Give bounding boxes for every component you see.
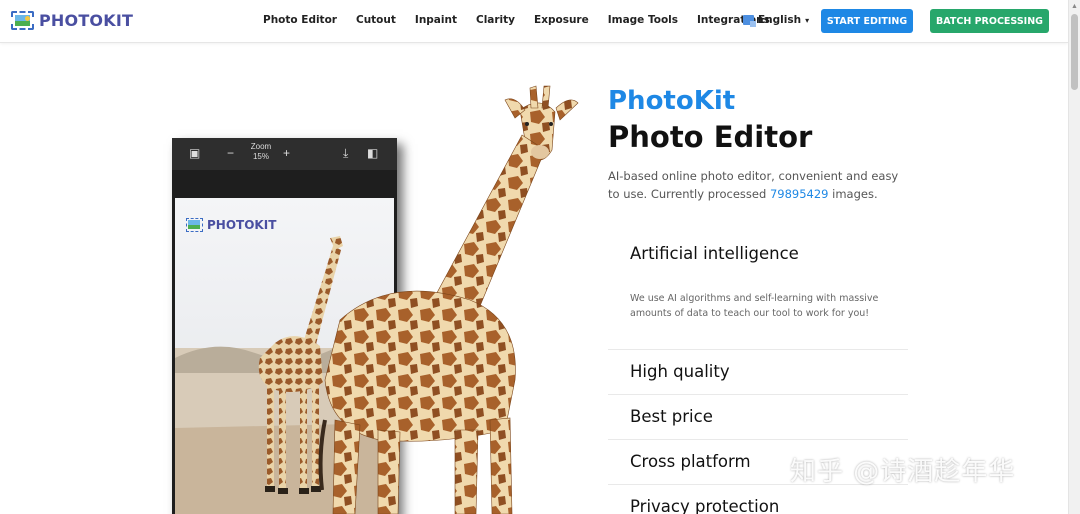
scroll-thumb[interactable] — [1071, 14, 1078, 90]
feature-title: High quality — [630, 362, 730, 381]
feature-title: Cross platform — [630, 452, 751, 471]
start-editing-button[interactable]: START EDITING — [821, 9, 913, 33]
page-scrollbar[interactable]: ▲ — [1068, 0, 1080, 514]
cutout-giraffe-image — [318, 85, 579, 514]
feature-item-privacy[interactable]: Privacy protection — [608, 485, 908, 514]
feature-item-quality[interactable]: High quality — [608, 350, 908, 395]
hero-description: AI-based online photo editor, convenient… — [608, 168, 908, 203]
feature-item-ai[interactable]: Artificial intelligence We use AI algori… — [608, 236, 908, 350]
caret-down-icon: ▾ — [805, 15, 810, 25]
feature-description: We use AI algorithms and self-learning w… — [630, 293, 879, 319]
feature-title: Best price — [630, 407, 713, 426]
feature-title: Privacy protection — [630, 497, 780, 514]
scroll-up-arrow-icon[interactable]: ▲ — [1071, 3, 1078, 10]
source-watermark: 知乎 @诗酒趁年华 — [790, 457, 1016, 487]
batch-processing-button[interactable]: BATCH PROCESSING — [930, 9, 1049, 33]
hero-title-brand: PhotoKit — [608, 86, 736, 116]
processed-count: 79895429 — [769, 186, 829, 201]
hero-title-product: Photo Editor — [608, 120, 813, 154]
nav-item-image-tools[interactable]: Image Tools — [608, 14, 678, 26]
translate-icon — [743, 15, 756, 27]
language-selector[interactable]: English ▾ — [743, 14, 810, 27]
hero-description-suffix: images. — [828, 186, 878, 201]
feature-item-price[interactable]: Best price — [608, 395, 908, 440]
language-label: English — [758, 14, 802, 26]
feature-title: Artificial intelligence — [630, 244, 799, 263]
